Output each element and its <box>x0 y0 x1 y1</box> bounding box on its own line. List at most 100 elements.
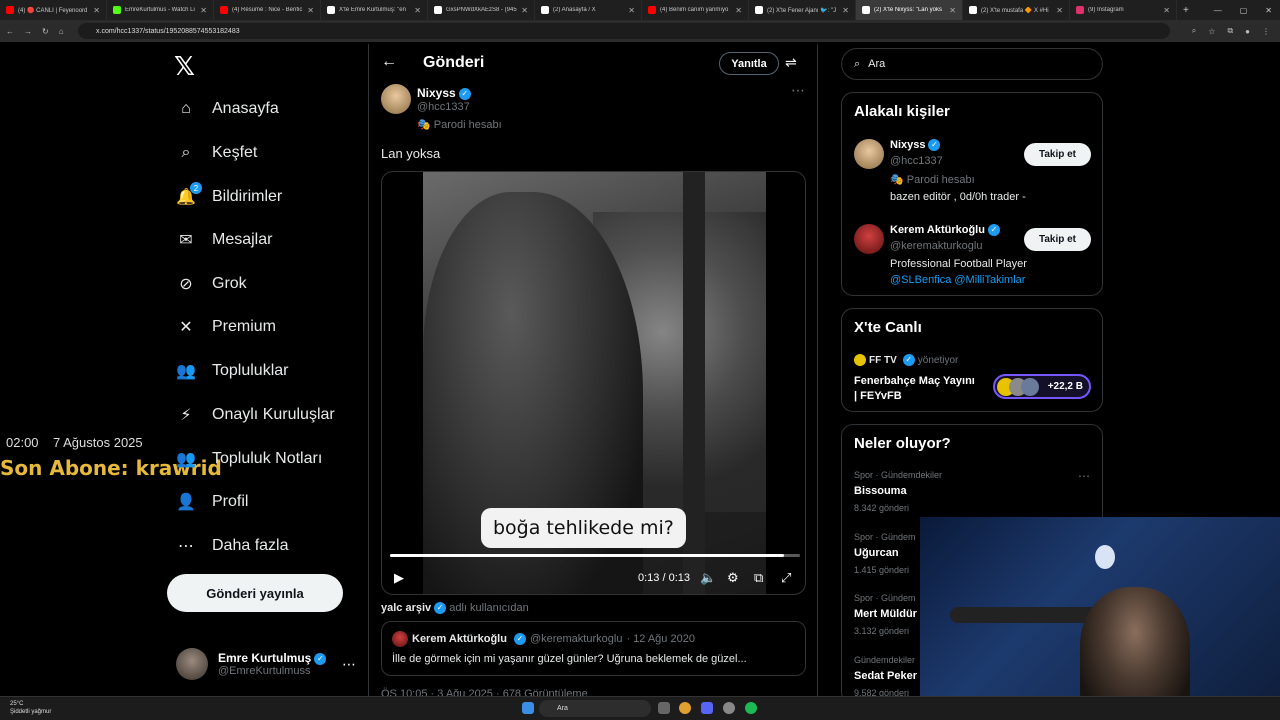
weather-widget[interactable]: 25°C Şiddetli yağmur <box>10 700 51 716</box>
tab-close-icon[interactable]: ✕ <box>1056 6 1063 15</box>
trend-more-icon[interactable]: ⋯ <box>1078 469 1090 483</box>
browser-tab[interactable]: (4) Benim canım yanmıyo ✕ <box>642 0 749 20</box>
close-icon[interactable]: ✕ <box>1265 6 1272 15</box>
tab-favicon-icon <box>862 6 870 14</box>
tab-close-icon[interactable]: ✕ <box>842 6 849 15</box>
url-field[interactable]: x.com/hcc1337/status/1952088574553182483 <box>78 23 1170 39</box>
tab-close-icon[interactable]: ✕ <box>414 6 421 15</box>
browser-tab[interactable]: (2) X'te mustafa 🔶 X #Hi ✕ <box>963 0 1070 20</box>
picture-in-picture-icon[interactable]: ⧉ <box>754 570 763 586</box>
tab-favicon-icon <box>434 6 442 14</box>
search-icon: ⌕ <box>854 57 861 70</box>
post-more-icon[interactable]: ⋯ <box>791 82 805 99</box>
play-icon[interactable]: ▶ <box>394 570 404 586</box>
sidebar-item-communities[interactable]: 👥 Topluluklar <box>176 356 288 386</box>
profile-avatar-icon[interactable]: ● <box>1245 27 1250 36</box>
extensions-icon[interactable]: ⧉ <box>1227 26 1233 36</box>
browser-menu-icon[interactable]: ⋮ <box>1262 27 1270 36</box>
avatar[interactable] <box>854 139 884 169</box>
back-nav-icon[interactable]: ← <box>6 27 14 36</box>
tab-title: (2) X'te Fener Ajanı 🐦: "J <box>767 7 837 14</box>
tab-close-icon[interactable]: ✕ <box>93 6 100 15</box>
task-view-icon[interactable] <box>658 702 670 714</box>
x-logo-icon[interactable]: 𝕏 <box>174 52 195 82</box>
browser-tab[interactable]: (4) Résumé : Nice - Benfic ✕ <box>214 0 321 20</box>
windows-start-icon[interactable] <box>522 702 534 714</box>
video-player[interactable]: boğa tehlikede mi? ▶ 0:13 / 0:13 🔈 ⚙ ⧉ ⤢ <box>381 171 806 595</box>
verified-badge-icon: ✓ <box>513 633 526 645</box>
new-tab-icon[interactable]: + <box>1183 5 1189 16</box>
person-name[interactable]: Kerem Aktürkoğlu ✓ <box>890 224 1000 237</box>
sidebar-item-x-premium[interactable]: ✕ Premium <box>176 312 276 342</box>
tab-close-icon[interactable]: ✕ <box>307 6 314 15</box>
video-progress-bar[interactable] <box>390 554 800 557</box>
tab-close-icon[interactable]: ✕ <box>521 6 528 15</box>
browser-tab[interactable]: GxsPNWdXkAEzS8 - (945 ✕ <box>428 0 535 20</box>
video-time: 0:13 / 0:13 <box>638 572 690 584</box>
tab-close-icon[interactable]: ✕ <box>949 6 956 15</box>
search-input[interactable]: Ara <box>868 58 885 70</box>
sidebar-item-bell[interactable]: 🔔 2 Bildirimler <box>176 182 282 212</box>
sidebar-item-lightning[interactable]: ⚡ Onaylı Kuruluşlar <box>176 400 334 430</box>
maximize-icon[interactable]: ▢ <box>1240 6 1248 15</box>
spotify-icon[interactable] <box>745 702 757 714</box>
browser-tab[interactable]: X'te Emre Kurtulmuş: "en ✕ <box>321 0 428 20</box>
person-name[interactable]: Nixyss ✓ <box>890 139 941 152</box>
sidebar-item-mail[interactable]: ✉ Mesajlar <box>176 225 272 255</box>
browser-tab[interactable]: (2) Anasayfa / X ✕ <box>535 0 642 20</box>
settings-gear-icon[interactable]: ⚙ <box>727 570 739 586</box>
zoom-icon[interactable]: ⌕ <box>1192 26 1196 36</box>
tab-close-icon[interactable]: ✕ <box>1163 6 1170 15</box>
sidebar-item-home[interactable]: ⌂ Anasayfa <box>176 94 279 124</box>
sidebar-item-more-circle[interactable]: ⋯ Daha fazla <box>176 531 289 561</box>
tab-close-icon[interactable]: ✕ <box>735 6 742 15</box>
reload-icon[interactable]: ↻ <box>42 27 49 36</box>
avatar[interactable] <box>854 224 884 254</box>
sidebar-item-notes[interactable]: 👥 Topluluk Notları <box>176 444 322 474</box>
reply-button[interactable]: Yanıtla <box>719 52 779 75</box>
browser-tab[interactable]: (9) Instagram ✕ <box>1070 0 1177 20</box>
forward-nav-icon[interactable]: → <box>24 27 32 36</box>
account-switcher[interactable]: Emre Kurtulmuş ✓ @EmreKurtulmuss ⋯ <box>176 644 366 684</box>
search-box[interactable]: ⌕ Ara <box>841 48 1103 80</box>
live-event-title[interactable]: Fenerbahçe Maç Yayını | FEYvFB <box>854 374 975 404</box>
discord-icon[interactable] <box>701 702 713 714</box>
minimize-icon[interactable]: — <box>1214 6 1222 15</box>
live-listeners-pill[interactable]: +22,2 B <box>993 374 1091 399</box>
account-more-icon[interactable]: ⋯ <box>342 656 356 673</box>
browser-tab[interactable]: (2) X'te Nixyss: "Lan yoks ✕ <box>856 0 963 20</box>
tab-close-icon[interactable]: ✕ <box>628 6 635 15</box>
back-arrow-icon[interactable]: ← <box>381 53 397 71</box>
tab-close-icon[interactable]: ✕ <box>200 6 207 15</box>
browser-tab[interactable]: EmreKurtulmus - Watch Li ✕ <box>107 0 214 20</box>
trend-name: Bissouma <box>854 485 907 497</box>
tab-favicon-icon <box>755 6 763 14</box>
obs-icon[interactable] <box>723 702 735 714</box>
quoted-post[interactable]: Kerem Aktürkoğlu ✓ @keremakturkoglu · 12 … <box>381 621 806 676</box>
volume-icon[interactable]: 🔈 <box>700 570 716 586</box>
sidebar-item-search[interactable]: ⌕ Keşfet <box>176 138 258 168</box>
browser-tab[interactable]: (2) X'te Fener Ajanı 🐦: "J ✕ <box>749 0 856 20</box>
filter-sliders-icon[interactable]: ⇌ <box>785 54 797 71</box>
browser-toolbar-icons: ⌕ ☆ ⧉ ● ⋮ <box>1192 20 1270 42</box>
browser-tab[interactable]: (4) 🔴 CANLI | Feyenoord ✕ <box>0 0 107 20</box>
taskbar-search[interactable]: Ara <box>539 700 651 717</box>
sidebar-item-label: Mesajlar <box>212 231 273 248</box>
bookmark-star-icon[interactable]: ☆ <box>1208 27 1215 36</box>
more-circle-icon: ⋯ <box>178 538 194 555</box>
sidebar-item-grok[interactable]: ⊘ Grok <box>176 269 246 299</box>
author-avatar[interactable] <box>381 84 411 114</box>
fullscreen-icon[interactable]: ⤢ <box>781 570 791 586</box>
host-avatar <box>854 354 866 366</box>
source-user[interactable]: yalc arşiv <box>381 602 431 614</box>
author-handle[interactable]: @hcc1337 <box>417 101 470 113</box>
chrome-icon[interactable] <box>679 702 691 714</box>
home-nav-icon[interactable]: ⌂ <box>59 27 64 36</box>
person-links[interactable]: @SLBenfica @MilliTakimlar <box>890 274 1025 286</box>
sidebar-item-profile[interactable]: 👤 Profil <box>176 487 248 517</box>
post-button[interactable]: Gönderi yayınla <box>167 574 343 612</box>
video-caption: boğa tehlikede mi? <box>481 508 686 548</box>
follow-button[interactable]: Takip et <box>1024 143 1091 166</box>
follow-button[interactable]: Takip et <box>1024 228 1091 251</box>
author-name[interactable]: Nixyss ✓ <box>417 86 471 100</box>
